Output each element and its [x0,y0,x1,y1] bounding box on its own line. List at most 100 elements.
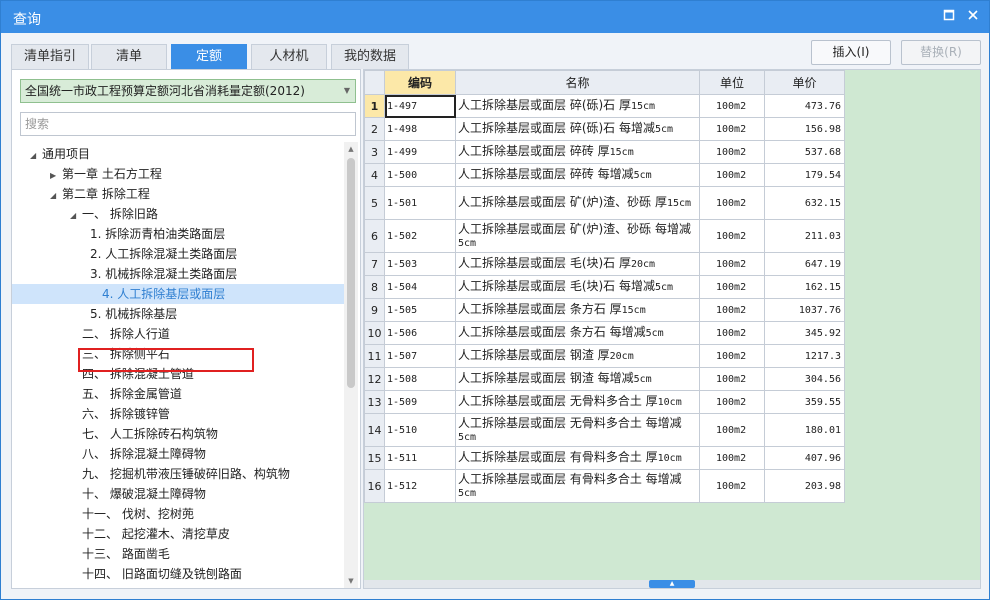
column-header-price[interactable]: 单价 [764,70,845,95]
tree-node[interactable]: 二、 拆除人行道 [70,324,170,344]
collapse-triangle-icon[interactable]: ◢ [70,206,82,226]
dropdown-arrow-icon[interactable]: ▼ [344,80,350,102]
row-number[interactable]: 10 [364,321,385,345]
tab-bill-guide[interactable]: 清单指引 [11,44,89,69]
code-cell[interactable]: 1-508 [384,367,456,391]
table-row[interactable]: 5 1-501 人工拆除基层或面层 矿(炉)渣、砂砾 厚15cm 100m2 632.1… [364,186,845,220]
table-row[interactable]: 15 1-511 人工拆除基层或面层 有骨料多合土 厚10cm 100m2 407.96 [364,446,845,470]
table-row[interactable]: 10 1-506 人工拆除基层或面层 条方石 每增减5cm 100m2 345.92 [364,321,845,345]
unit-cell[interactable]: 100m2 [699,117,765,141]
code-cell[interactable]: 1-503 [384,252,456,276]
tab-labor-material-machine[interactable]: 人材机 [251,44,327,69]
tree-node[interactable]: 4. 人工拆除基层或面层 [12,284,344,304]
code-cell[interactable]: 1-510 [384,413,456,447]
tree-node[interactable]: 1. 拆除沥青柏油类路面层 [90,224,225,244]
unit-cell[interactable]: 100m2 [699,219,765,253]
name-cell[interactable]: 人工拆除基层或面层 毛(块)石 每增减5cm [455,275,700,299]
table-row[interactable]: 6 1-502 人工拆除基层或面层 矿(炉)渣、砂砾 每增减5cm 100m2 211.… [364,219,845,253]
unit-cell[interactable]: 100m2 [699,321,765,345]
name-cell[interactable]: 人工拆除基层或面层 条方石 厚15cm [455,298,700,322]
unit-cell[interactable]: 100m2 [699,275,765,299]
collapse-triangle-icon[interactable]: ◢ [30,146,42,166]
scrollbar-thumb[interactable] [347,158,355,388]
row-number[interactable]: 3 [364,140,385,164]
tab-my-data[interactable]: 我的数据 [331,44,409,69]
price-cell[interactable]: 203.98 [764,469,845,503]
tree-node[interactable]: ▶ 第一章 土石方工程 [50,164,162,184]
name-cell[interactable]: 人工拆除基层或面层 条方石 每增减5cm [455,321,700,345]
code-cell[interactable]: 1-509 [384,390,456,414]
tree-node[interactable]: 七、 人工拆除砖石构筑物 [70,424,218,444]
name-cell[interactable]: 人工拆除基层或面层 无骨料多合土 厚10cm [455,390,700,414]
insert-button[interactable]: 插入(I) [811,40,891,65]
unit-cell[interactable]: 100m2 [699,94,765,118]
row-number[interactable]: 6 [364,219,385,253]
table-row[interactable]: 14 1-510 人工拆除基层或面层 无骨料多合土 每增减5cm 100m2 180.0… [364,413,845,447]
collapse-triangle-icon[interactable]: ◢ [50,186,62,206]
table-row[interactable]: 1 1-497 人工拆除基层或面层 碎(砾)石 厚15cm 100m2 473.76 [364,94,845,118]
splitter-grip-icon[interactable]: ▲ [649,580,695,588]
maximize-icon[interactable] [939,7,959,27]
price-cell[interactable]: 473.76 [764,94,845,118]
row-number[interactable]: 7 [364,252,385,276]
table-row[interactable]: 12 1-508 人工拆除基层或面层 钢渣 每增减5cm 100m2 304.56 [364,367,845,391]
name-cell[interactable]: 人工拆除基层或面层 钢渣 厚20cm [455,344,700,368]
unit-cell[interactable]: 100m2 [699,298,765,322]
code-cell[interactable]: 1-505 [384,298,456,322]
code-cell[interactable]: 1-500 [384,163,456,187]
price-cell[interactable]: 179.54 [764,163,845,187]
tree-node[interactable]: 八、 拆除混凝土障碍物 [70,444,206,464]
replace-button[interactable]: 替换(R) [901,40,981,65]
name-cell[interactable]: 人工拆除基层或面层 有骨料多合土 每增减5cm [455,469,700,503]
name-cell[interactable]: 人工拆除基层或面层 矿(炉)渣、砂砾 每增减5cm [455,219,700,253]
tree-node[interactable]: 九、 挖掘机带液压锤破碎旧路、构筑物 [70,464,290,484]
code-cell[interactable]: 1-499 [384,140,456,164]
price-cell[interactable]: 1037.76 [764,298,845,322]
name-cell[interactable]: 人工拆除基层或面层 毛(块)石 厚20cm [455,252,700,276]
column-header-unit[interactable]: 单位 [699,70,765,95]
row-number[interactable]: 5 [364,186,385,220]
unit-cell[interactable]: 100m2 [699,186,765,220]
price-cell[interactable]: 162.15 [764,275,845,299]
code-cell[interactable]: 1-511 [384,446,456,470]
row-number[interactable]: 9 [364,298,385,322]
search-input[interactable] [20,112,356,136]
unit-cell[interactable]: 100m2 [699,469,765,503]
unit-cell[interactable]: 100m2 [699,367,765,391]
name-cell[interactable]: 人工拆除基层或面层 钢渣 每增减5cm [455,367,700,391]
tree-node[interactable]: 十二、 起挖灌木、清挖草皮 [70,524,230,544]
table-row[interactable]: 11 1-507 人工拆除基层或面层 钢渣 厚20cm 100m2 1217.3 [364,344,845,368]
code-cell[interactable]: 1-501 [384,186,456,220]
column-header-code[interactable]: 编码 [384,70,456,95]
row-number[interactable]: 15 [364,446,385,470]
grid-horizontal-scrollbar[interactable]: ▲ [364,580,980,588]
name-cell[interactable]: 人工拆除基层或面层 无骨料多合土 每增减5cm [455,413,700,447]
tree-node[interactable]: 四、 拆除混凝土管道 [70,364,194,384]
unit-cell[interactable]: 100m2 [699,446,765,470]
code-cell[interactable]: 1-512 [384,469,456,503]
price-cell[interactable]: 211.03 [764,219,845,253]
row-number[interactable]: 14 [364,413,385,447]
tree-node[interactable]: 2. 人工拆除混凝土类路面层 [90,244,237,264]
table-row[interactable]: 7 1-503 人工拆除基层或面层 毛(块)石 厚20cm 100m2 647.19 [364,252,845,276]
unit-cell[interactable]: 100m2 [699,390,765,414]
code-cell[interactable]: 1-497 [384,94,456,118]
unit-cell[interactable]: 100m2 [699,163,765,187]
tree-node[interactable]: ◢ 通用项目 [30,144,90,164]
code-cell[interactable]: 1-506 [384,321,456,345]
price-cell[interactable]: 345.92 [764,321,845,345]
name-cell[interactable]: 人工拆除基层或面层 碎(砾)石 厚15cm [455,94,700,118]
price-cell[interactable]: 632.15 [764,186,845,220]
price-cell[interactable]: 407.96 [764,446,845,470]
tree-node[interactable]: 十、 爆破混凝土障碍物 [70,484,206,504]
tab-bill[interactable]: 清单 [91,44,167,69]
row-number[interactable]: 4 [364,163,385,187]
tab-quota[interactable]: 定额 [171,44,247,69]
name-cell[interactable]: 人工拆除基层或面层 碎(砾)石 每增减5cm [455,117,700,141]
tree-node[interactable]: 3. 机械拆除混凝土类路面层 [90,264,237,284]
tree-node[interactable]: 十三、 路面凿毛 [70,544,170,564]
table-row[interactable]: 4 1-500 人工拆除基层或面层 碎砖 每增减5cm 100m2 179.54 [364,163,845,187]
code-cell[interactable]: 1-504 [384,275,456,299]
price-cell[interactable]: 647.19 [764,252,845,276]
tree-node[interactable]: 五、 拆除金属管道 [70,384,182,404]
